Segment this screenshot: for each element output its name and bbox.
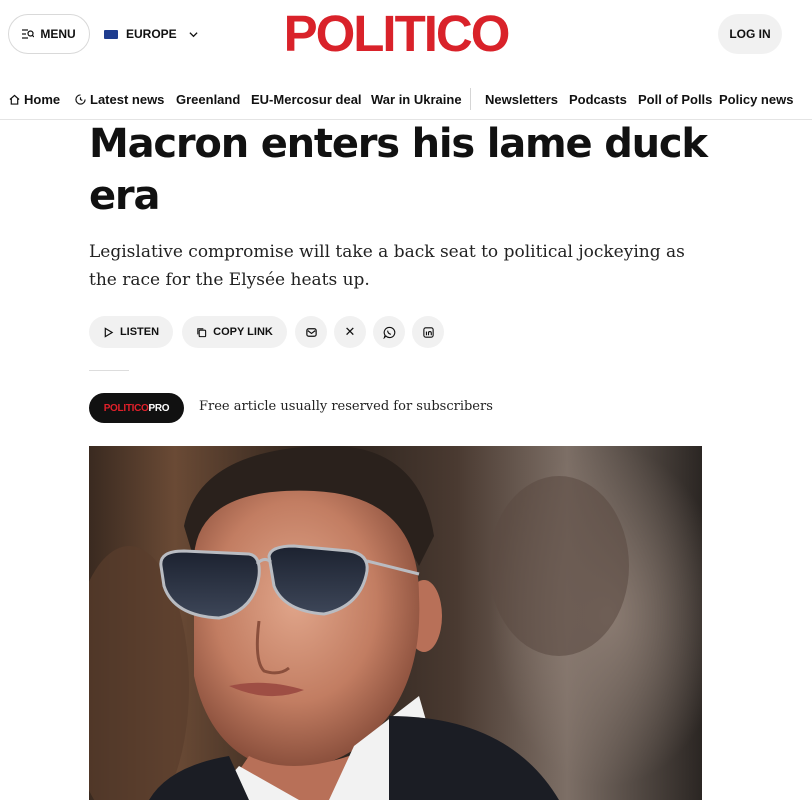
share-whatsapp-button[interactable] [373,316,405,348]
share-email-button[interactable] [295,316,327,348]
login-button[interactable]: LOG IN [718,14,782,54]
menu-search-icon [22,29,35,39]
divider [89,370,129,371]
nav-item-label: Latest news [90,91,165,107]
article-dek: Legislative compromise will take a back … [89,242,685,290]
listen-label: LISTEN [119,326,160,338]
politico-pro-badge[interactable]: POLITICO PRO [89,393,184,423]
nav-item-latest-news[interactable]: Latest news [75,90,164,108]
main-nav: Home Latest news Greenland EU-Mercosur d… [0,80,812,120]
nav-divider [470,88,471,110]
nav-item-greenland[interactable]: Greenland [176,90,240,108]
site-header: MENU EUROPE POLITICO LOG IN [0,0,812,72]
whatsapp-icon [382,326,395,339]
nav-item-newsletters[interactable]: Newsletters [485,90,558,108]
copy-link-button[interactable]: COPY LINK [182,316,287,348]
email-icon [305,327,317,337]
nav-item-war-in-ukraine[interactable]: War in Ukraine [371,90,462,108]
copy-icon [197,327,207,337]
clock-icon [75,93,86,105]
share-linkedin-button[interactable] [412,316,444,348]
nav-item-label: Home [24,91,61,107]
nav-item-eu-mercosur[interactable]: EU-Mercosur deal [251,90,362,108]
nav-item-poll-of-polls[interactable]: Poll of Polls [638,90,712,108]
home-icon [9,94,20,105]
chevron-down-icon [189,31,198,37]
menu-button[interactable]: MENU [8,14,90,54]
nav-item-policy-news[interactable]: Policy news [719,90,793,108]
nav-item-podcasts[interactable]: Podcasts [569,90,627,108]
region-label: EUROPE [126,27,177,41]
subscriber-note: Free article usually reserved for subscr… [199,399,493,414]
macron-photo [89,446,702,800]
politico-logo[interactable]: POLITICO [272,6,520,62]
nav-item-home[interactable]: Home [9,90,60,108]
listen-button[interactable]: LISTEN [89,316,173,348]
pro-badge-pro: PRO [148,402,170,414]
eu-flag-icon [104,29,118,39]
copy-link-label: COPY LINK [213,326,273,338]
x-icon: ✕ [344,324,356,340]
menu-label: MENU [40,27,76,41]
play-icon [104,326,114,338]
pro-badge-politico: POLITICO [103,402,149,414]
hero-image [89,446,702,800]
linkedin-icon [422,326,434,338]
region-selector[interactable]: EUROPE [104,25,198,43]
share-x-button[interactable]: ✕ [334,316,366,348]
article-headline: Macron enters his lame duck era [89,121,708,219]
